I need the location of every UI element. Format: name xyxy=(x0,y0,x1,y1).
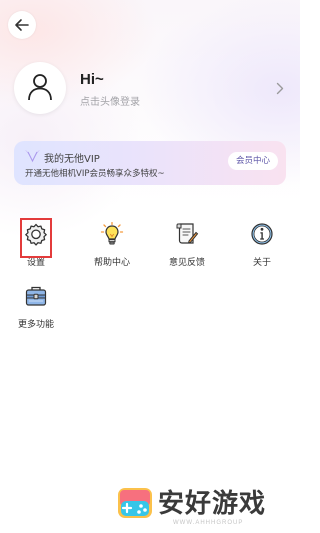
watermark-text: 安好游戏 xyxy=(158,489,267,519)
watermark: 安好游戏 WWW.AHHHGROUP xyxy=(113,480,283,530)
settings-highlight-frame xyxy=(20,218,52,258)
back-button[interactable] xyxy=(8,11,36,39)
menu-item-about[interactable]: 关于 xyxy=(232,222,292,270)
user-icon xyxy=(28,74,52,101)
back-arrow-icon xyxy=(15,19,29,31)
settings-page: Hi~ 点击头像登录 我的无他VIP 开通无他相机VIP会员畅享众多特权~ 会员… xyxy=(0,0,300,533)
avatar[interactable] xyxy=(14,62,66,114)
login-hint[interactable]: 点击头像登录 xyxy=(80,93,140,108)
feedback-scroll-icon xyxy=(176,223,199,244)
chevron-right-icon[interactable] xyxy=(276,82,284,95)
lightbulb-icon xyxy=(100,222,124,245)
vip-subtitle: 开通无他相机VIP会员畅享众多特权~ xyxy=(25,169,165,179)
menu-label-help-center: 帮助中心 xyxy=(93,258,130,268)
vip-card[interactable]: 我的无他VIP 开通无他相机VIP会员畅享众多特权~ 会员中心 xyxy=(14,141,286,185)
toolbox-icon xyxy=(25,286,47,306)
greeting-text: Hi~ xyxy=(80,71,104,88)
menu-item-feedback[interactable]: 意见反馈 xyxy=(157,222,217,270)
watermark-url: WWW.AHHHGROUP xyxy=(173,520,244,526)
vip-center-button[interactable]: 会员中心 xyxy=(227,152,278,170)
vip-logo-icon xyxy=(25,150,40,163)
game-controller-logo-icon xyxy=(118,488,152,518)
menu-item-help-center[interactable]: 帮助中心 xyxy=(82,222,142,270)
info-icon xyxy=(251,223,273,245)
menu-label-about: 关于 xyxy=(252,258,271,268)
vip-title: 我的无他VIP xyxy=(44,154,100,165)
menu-item-more-features[interactable]: 更多功能 xyxy=(6,284,66,332)
menu-label-feedback: 意见反馈 xyxy=(168,258,205,268)
profile-section[interactable]: Hi~ 点击头像登录 xyxy=(14,62,286,118)
menu-label-more-features: 更多功能 xyxy=(17,320,54,330)
